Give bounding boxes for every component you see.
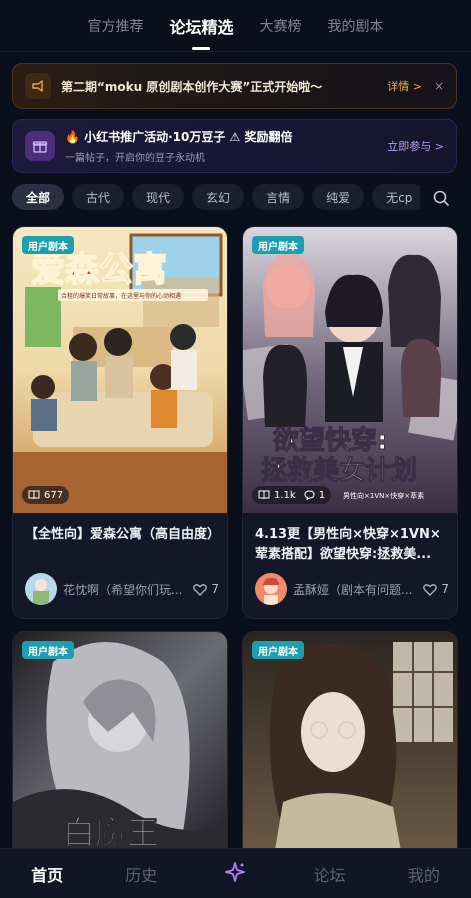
category-chip-romance[interactable]: 言情	[252, 184, 305, 210]
card-cover-image: 白魔王	[13, 632, 227, 860]
card-stats: 1.1k 1	[252, 486, 332, 504]
promo-text-block: 🔥 小红书推广活动·10万豆子 ⚠ 奖励翻倍 一篇帖子，开启你的豆子永动机	[65, 128, 387, 164]
comment-count: 1	[318, 489, 326, 501]
script-card-2[interactable]: 欲望快穿: 拯救美女计划 男性向×1VN×快穿×萃素 用户剧本 1.1k 1 4…	[242, 226, 458, 619]
announcement-text: 第二期“moku 原创剧本创作大赛”正式开始啦～	[61, 79, 323, 94]
gift-icon	[25, 131, 55, 161]
avatar[interactable]	[255, 573, 287, 605]
like-count: 7	[211, 582, 219, 596]
top-tab-bar: 官方推荐 论坛精选 大赛榜 我的剧本	[0, 0, 471, 52]
cover-title: 爱森公寓	[31, 250, 167, 290]
card-title: 4.13更【男性向×快穿×1VN×荤素搭配】欲望快穿:拯救美...	[255, 527, 441, 562]
promo-banner[interactable]: 🔥 小红书推广活动·10万豆子 ⚠ 奖励翻倍 一篇帖子，开启你的豆子永动机 立即…	[12, 119, 457, 173]
script-card-3[interactable]: 白魔王 用户剧本	[12, 631, 228, 861]
nav-history[interactable]: 历史	[111, 862, 171, 886]
category-chip-ancient[interactable]: 古代	[72, 184, 125, 210]
close-icon[interactable]: ×	[434, 79, 444, 93]
card-cover-image: 爱森公寓 合租的爆笑日常故事，在这里与你的心动相遇	[13, 227, 227, 513]
cover-title-line1: 欲望快穿:	[272, 425, 387, 456]
nav-create[interactable]	[205, 861, 265, 887]
comment-icon	[304, 490, 315, 500]
promo-title: 🔥 小红书推广活动·10万豆子 ⚠ 奖励翻倍	[65, 130, 293, 144]
cover-title-line2: 拯救美女计划	[261, 455, 417, 486]
announcement-banner[interactable]: 第二期“moku 原创剧本创作大赛”正式开始啦～ 详情 > ×	[12, 63, 457, 109]
author-name[interactable]: 花忱啊（希望你们玩...	[63, 581, 193, 598]
category-chip-bl[interactable]: 纯爱	[312, 184, 365, 210]
like-button[interactable]: 7	[423, 582, 449, 596]
user-script-badge: 用户剧本	[22, 641, 74, 659]
category-filter-bar: 全部 古代 现代 玄幻 言情 纯爱 无cp 同	[12, 184, 420, 210]
card-title: 【全性向】爱森公寓（高自由度）	[25, 527, 221, 542]
card-author-row: 花忱啊（希望你们玩... 7	[25, 573, 219, 605]
card-author-row: 孟酥娅（剧本有问题... 7	[255, 573, 449, 605]
category-chip-all[interactable]: 全部	[12, 184, 65, 210]
author-name[interactable]: 孟酥娅（剧本有问题...	[293, 581, 423, 598]
card-stats: 677	[22, 486, 70, 504]
category-chip-fantasy[interactable]: 玄幻	[192, 184, 245, 210]
like-count: 7	[441, 582, 449, 596]
nav-forum[interactable]: 论坛	[300, 862, 360, 886]
user-script-badge: 用户剧本	[252, 236, 304, 254]
card-cover-image	[243, 632, 457, 860]
card-cover-image: 欲望快穿: 拯救美女计划 男性向×1VN×快穿×萃素	[243, 227, 457, 513]
tab-my-scripts[interactable]: 我的剧本	[328, 16, 384, 36]
sparkle-icon	[225, 861, 246, 882]
cover-tag: 男性向×1VN×快穿×萃素	[343, 491, 424, 500]
announcement-detail-link[interactable]: 详情 >	[387, 78, 422, 94]
heart-icon	[423, 583, 438, 596]
megaphone-icon	[25, 73, 51, 99]
nav-mine[interactable]: 我的	[394, 862, 454, 886]
book-icon	[258, 490, 270, 500]
promo-join-button[interactable]: 立即参与 >	[387, 138, 444, 154]
cover-subtitle: 合租的爆笑日常故事，在这里与你的心动相遇	[61, 292, 181, 300]
category-chip-modern[interactable]: 现代	[132, 184, 185, 210]
script-card-4[interactable]: 用户剧本	[242, 631, 458, 861]
category-chip-no-cp[interactable]: 无cp	[372, 184, 420, 210]
search-icon[interactable]	[432, 189, 450, 207]
promo-subtitle: 一篇帖子，开启你的豆子永动机	[65, 153, 205, 164]
tab-forum-picks[interactable]: 论坛精选	[169, 14, 233, 38]
nav-home[interactable]: 首页	[17, 862, 77, 886]
avatar[interactable]	[25, 573, 57, 605]
user-script-badge: 用户剧本	[252, 641, 304, 659]
script-card-1[interactable]: 爱森公寓 合租的爆笑日常故事，在这里与你的心动相遇 用户剧本 677 【全性向】…	[12, 226, 228, 619]
view-count: 677	[44, 489, 64, 501]
user-script-badge: 用户剧本	[22, 236, 74, 254]
cover-title: 白魔王	[63, 814, 159, 852]
heart-icon	[193, 583, 208, 596]
like-button[interactable]: 7	[193, 582, 219, 596]
bottom-nav-bar: 首页 历史 论坛 我的	[0, 848, 471, 898]
tab-contest-ranking[interactable]: 大赛榜	[260, 16, 302, 36]
book-icon	[28, 490, 40, 500]
view-count: 1.1k	[274, 489, 296, 501]
tab-official-recommend[interactable]: 官方推荐	[87, 16, 143, 36]
